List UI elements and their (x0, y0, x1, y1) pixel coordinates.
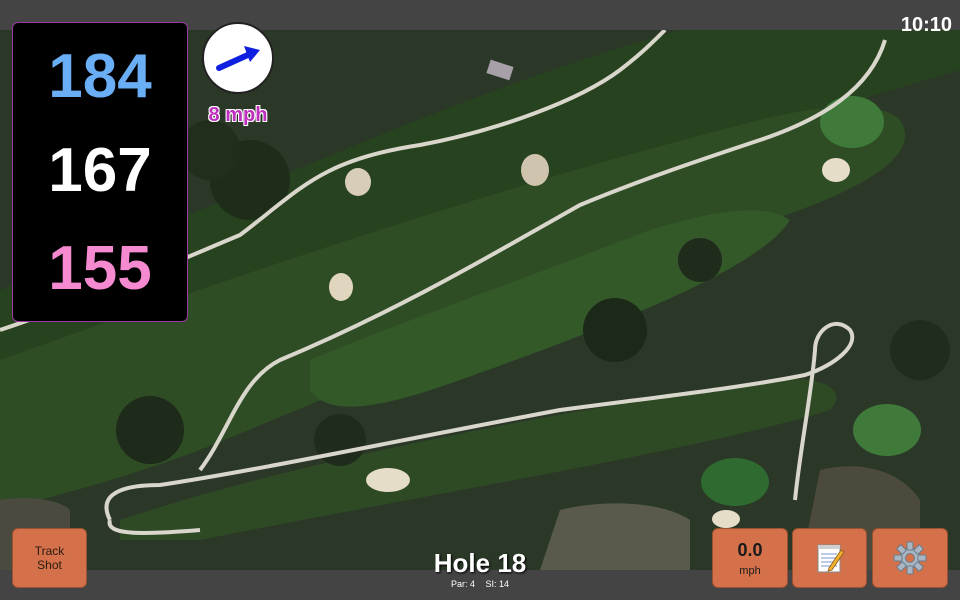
distance-panel: 184 167 155 (12, 22, 188, 322)
clock: 10:10 (900, 14, 952, 36)
track-shot-button[interactable]: Track Shot (12, 528, 87, 588)
speed-unit: mph (739, 564, 761, 577)
hole-title: Hole 18 (433, 548, 527, 578)
back-distance: 184 (48, 42, 152, 111)
track-shot-label-line2: Shot (37, 558, 62, 572)
hole-details: Par: 4 SI: 14 (380, 578, 580, 590)
gear-icon (893, 541, 927, 575)
wind-indicator[interactable] (202, 22, 274, 94)
front-distance: 155 (48, 234, 152, 303)
notepad-icon (817, 544, 845, 573)
notes-button[interactable] (792, 528, 867, 588)
settings-button[interactable] (872, 528, 948, 588)
arrow-right-up-icon (216, 46, 260, 71)
hole-info: Hole 18 Par: 4 SI: 14 (380, 548, 580, 590)
wind-speed-label: 8 mph (208, 104, 268, 126)
track-shot-label-line1: Track (34, 544, 65, 558)
stroke-index-label: SI: 14 (485, 579, 510, 589)
middle-distance: 167 (48, 136, 152, 205)
speed-value: 0.0 (737, 539, 763, 560)
par-label: Par: 4 (450, 579, 475, 589)
speed-button[interactable]: 0.0 mph (712, 528, 788, 588)
